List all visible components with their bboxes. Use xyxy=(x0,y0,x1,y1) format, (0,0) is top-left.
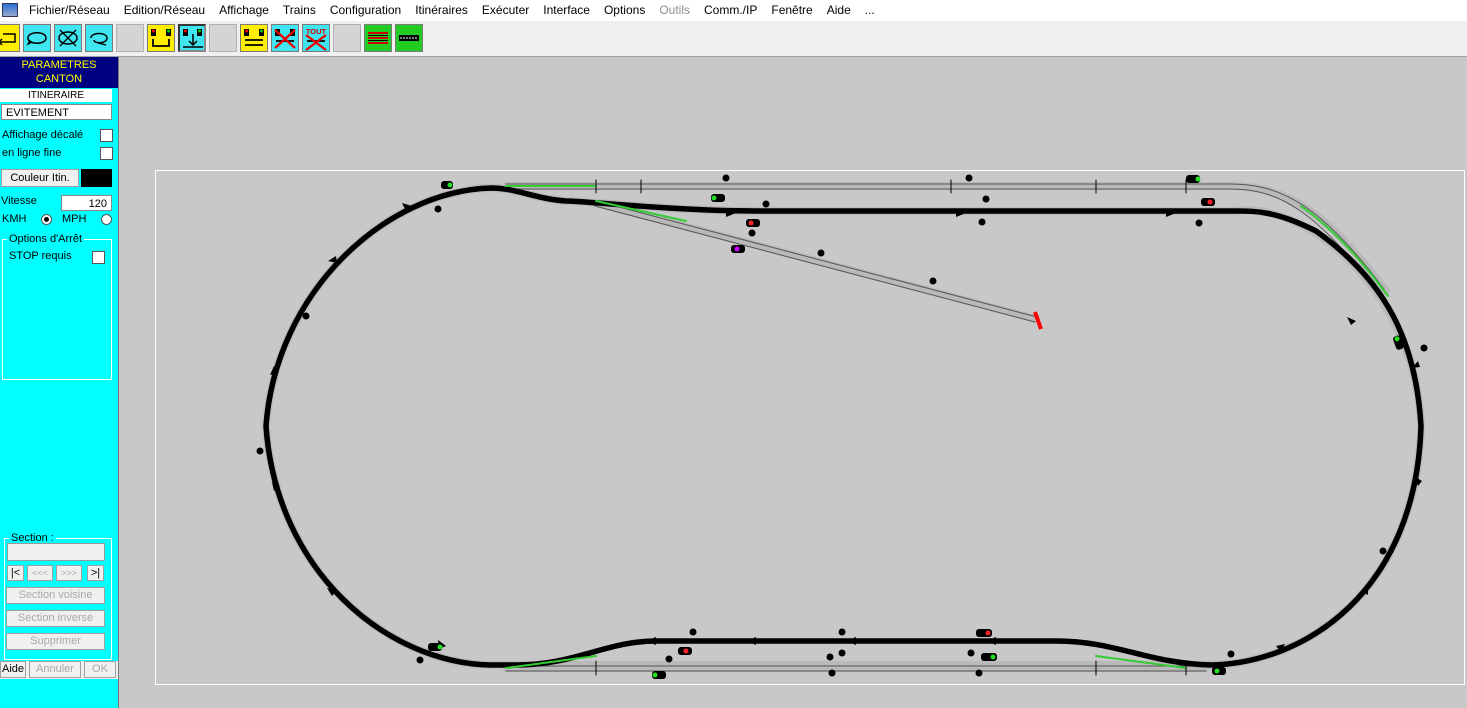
main-loop-bed xyxy=(261,183,1426,669)
vitesse-input[interactable]: 120 xyxy=(61,195,112,211)
arrow-loop-icon xyxy=(0,33,16,46)
signal-pair-wide-button[interactable] xyxy=(240,24,268,52)
menu-item-8[interactable]: Options xyxy=(597,3,652,17)
annuler-button[interactable]: Annuler xyxy=(29,661,81,678)
arrow-loop-button[interactable] xyxy=(0,24,20,52)
buffer-stop xyxy=(1033,311,1043,330)
ok-button[interactable]: OK xyxy=(84,661,116,678)
upper-siding-bed xyxy=(502,182,1390,295)
menu-item-0[interactable]: Fichier/Réseau xyxy=(22,3,117,17)
couleur-itin-button[interactable]: Couleur Itin. xyxy=(1,169,79,187)
active-route[interactable] xyxy=(263,185,1424,668)
stop-requis-checkbox[interactable] xyxy=(92,251,105,264)
menu-item-13[interactable]: ... xyxy=(858,3,882,17)
tout-cancel-icon: TOUT xyxy=(305,27,327,51)
panel-header: PARAMETRES CANTON xyxy=(0,57,118,88)
loop-button[interactable] xyxy=(23,24,51,52)
panel-footer: Aide Annuler OK xyxy=(0,661,118,679)
loop-crossed-button[interactable] xyxy=(54,24,82,52)
section-inverse-button[interactable]: Section inverse xyxy=(6,610,105,627)
signal-pair-down-icon xyxy=(183,29,203,48)
empty-tool-slot xyxy=(333,24,361,52)
stop-options-label: Options d'Arrêt xyxy=(7,233,85,245)
section-voisine-button[interactable]: Section voisine xyxy=(6,587,105,604)
itinerary-field[interactable]: EVITEMENT xyxy=(1,104,112,120)
parameters-panel: PARAMETRES CANTON ITINERAIRE EVITEMENT A… xyxy=(0,57,119,708)
spur-rail-b xyxy=(594,205,1036,323)
menu-item-5[interactable]: Itinéraires xyxy=(408,3,475,17)
track-ruler-button[interactable] xyxy=(395,24,423,52)
signal-pair-down-button[interactable] xyxy=(178,24,206,52)
aide-button[interactable]: Aide xyxy=(0,661,26,678)
track-lines-button[interactable] xyxy=(364,24,392,52)
en-ligne-fine-checkbox[interactable] xyxy=(100,147,113,160)
mph-radio[interactable] xyxy=(101,214,112,225)
app-icon xyxy=(2,3,18,17)
loop-crossed-icon xyxy=(58,29,78,47)
mph-label: MPH xyxy=(62,213,87,225)
empty-tool-slot xyxy=(209,24,237,52)
loop-icon xyxy=(26,32,47,46)
supprimer-button[interactable]: Supprimer xyxy=(6,633,105,650)
section-first-button[interactable]: |< xyxy=(7,565,24,581)
menu-item-7[interactable]: Interface xyxy=(536,3,597,17)
track-ruler-icon xyxy=(399,35,419,41)
affichage-decale-label: Affichage décalé xyxy=(2,129,84,141)
signal-pair-wide-icon xyxy=(244,29,264,46)
track-diagram[interactable] xyxy=(156,171,1466,686)
stop-requis-label: STOP requis xyxy=(9,250,72,262)
upper-siding-rail-a xyxy=(505,183,1385,290)
panel-title-line1: PARAMETRES xyxy=(21,59,97,71)
itinerary-label: ITINERAIRE xyxy=(0,89,112,102)
track-lines-icon xyxy=(368,32,388,44)
menu-item-2[interactable]: Affichage xyxy=(212,3,276,17)
empty-tool-slot xyxy=(116,24,144,52)
spur-rail-a xyxy=(595,200,1038,318)
signals xyxy=(428,175,1404,679)
menu-bar: Fichier/Réseau Edition/Réseau Affichage Tra… xyxy=(0,0,1467,20)
loop-return-button[interactable] xyxy=(85,24,113,52)
section-last-button[interactable]: >| xyxy=(87,565,104,581)
en-ligne-fine-label: en ligne fine xyxy=(2,147,62,159)
menu-item-1[interactable]: Edition/Réseau xyxy=(117,3,212,17)
menu-items: Fichier/Réseau Edition/Réseau Affichage Tra… xyxy=(22,3,882,17)
affichage-decale-checkbox[interactable] xyxy=(100,129,113,142)
tout-label: TOUT xyxy=(306,27,327,36)
kmh-radio[interactable] xyxy=(41,214,52,225)
track-markers xyxy=(256,174,1428,677)
menu-item-6[interactable]: Exécuter xyxy=(475,3,536,17)
menu-item-9[interactable]: Outils xyxy=(652,3,697,17)
signal-pair-icon xyxy=(151,29,171,47)
kmh-label: KMH xyxy=(2,213,27,225)
tout-cancel-button[interactable]: TOUT xyxy=(302,24,330,52)
loop-return-icon xyxy=(90,32,108,46)
route-color-swatch[interactable] xyxy=(81,169,112,187)
signal-cancel-icon xyxy=(274,29,296,49)
menu-item-4[interactable]: Configuration xyxy=(323,3,408,17)
vitesse-label: Vitesse xyxy=(1,195,37,207)
track-layout[interactable] xyxy=(155,170,1465,685)
section-next-button[interactable]: >>> xyxy=(56,565,82,581)
signal-pair-button[interactable] xyxy=(147,24,175,52)
panel-title-line2: CANTON xyxy=(35,73,83,85)
menu-item-10[interactable]: Comm./IP xyxy=(697,3,764,17)
section-prev-button[interactable]: <<< xyxy=(27,565,53,581)
menu-item-11[interactable]: Fenêtre xyxy=(764,3,819,17)
menu-item-12[interactable]: Aide xyxy=(820,3,858,17)
block-separators xyxy=(595,179,1187,676)
spur-bed xyxy=(592,199,1040,323)
menu-item-3[interactable]: Trains xyxy=(276,3,323,17)
stop-options-group: Options d'Arrêt STOP requis xyxy=(2,233,112,380)
toolbar: TOUT xyxy=(0,21,1467,57)
section-field[interactable] xyxy=(7,543,105,561)
signal-cancel-button[interactable] xyxy=(271,24,299,52)
